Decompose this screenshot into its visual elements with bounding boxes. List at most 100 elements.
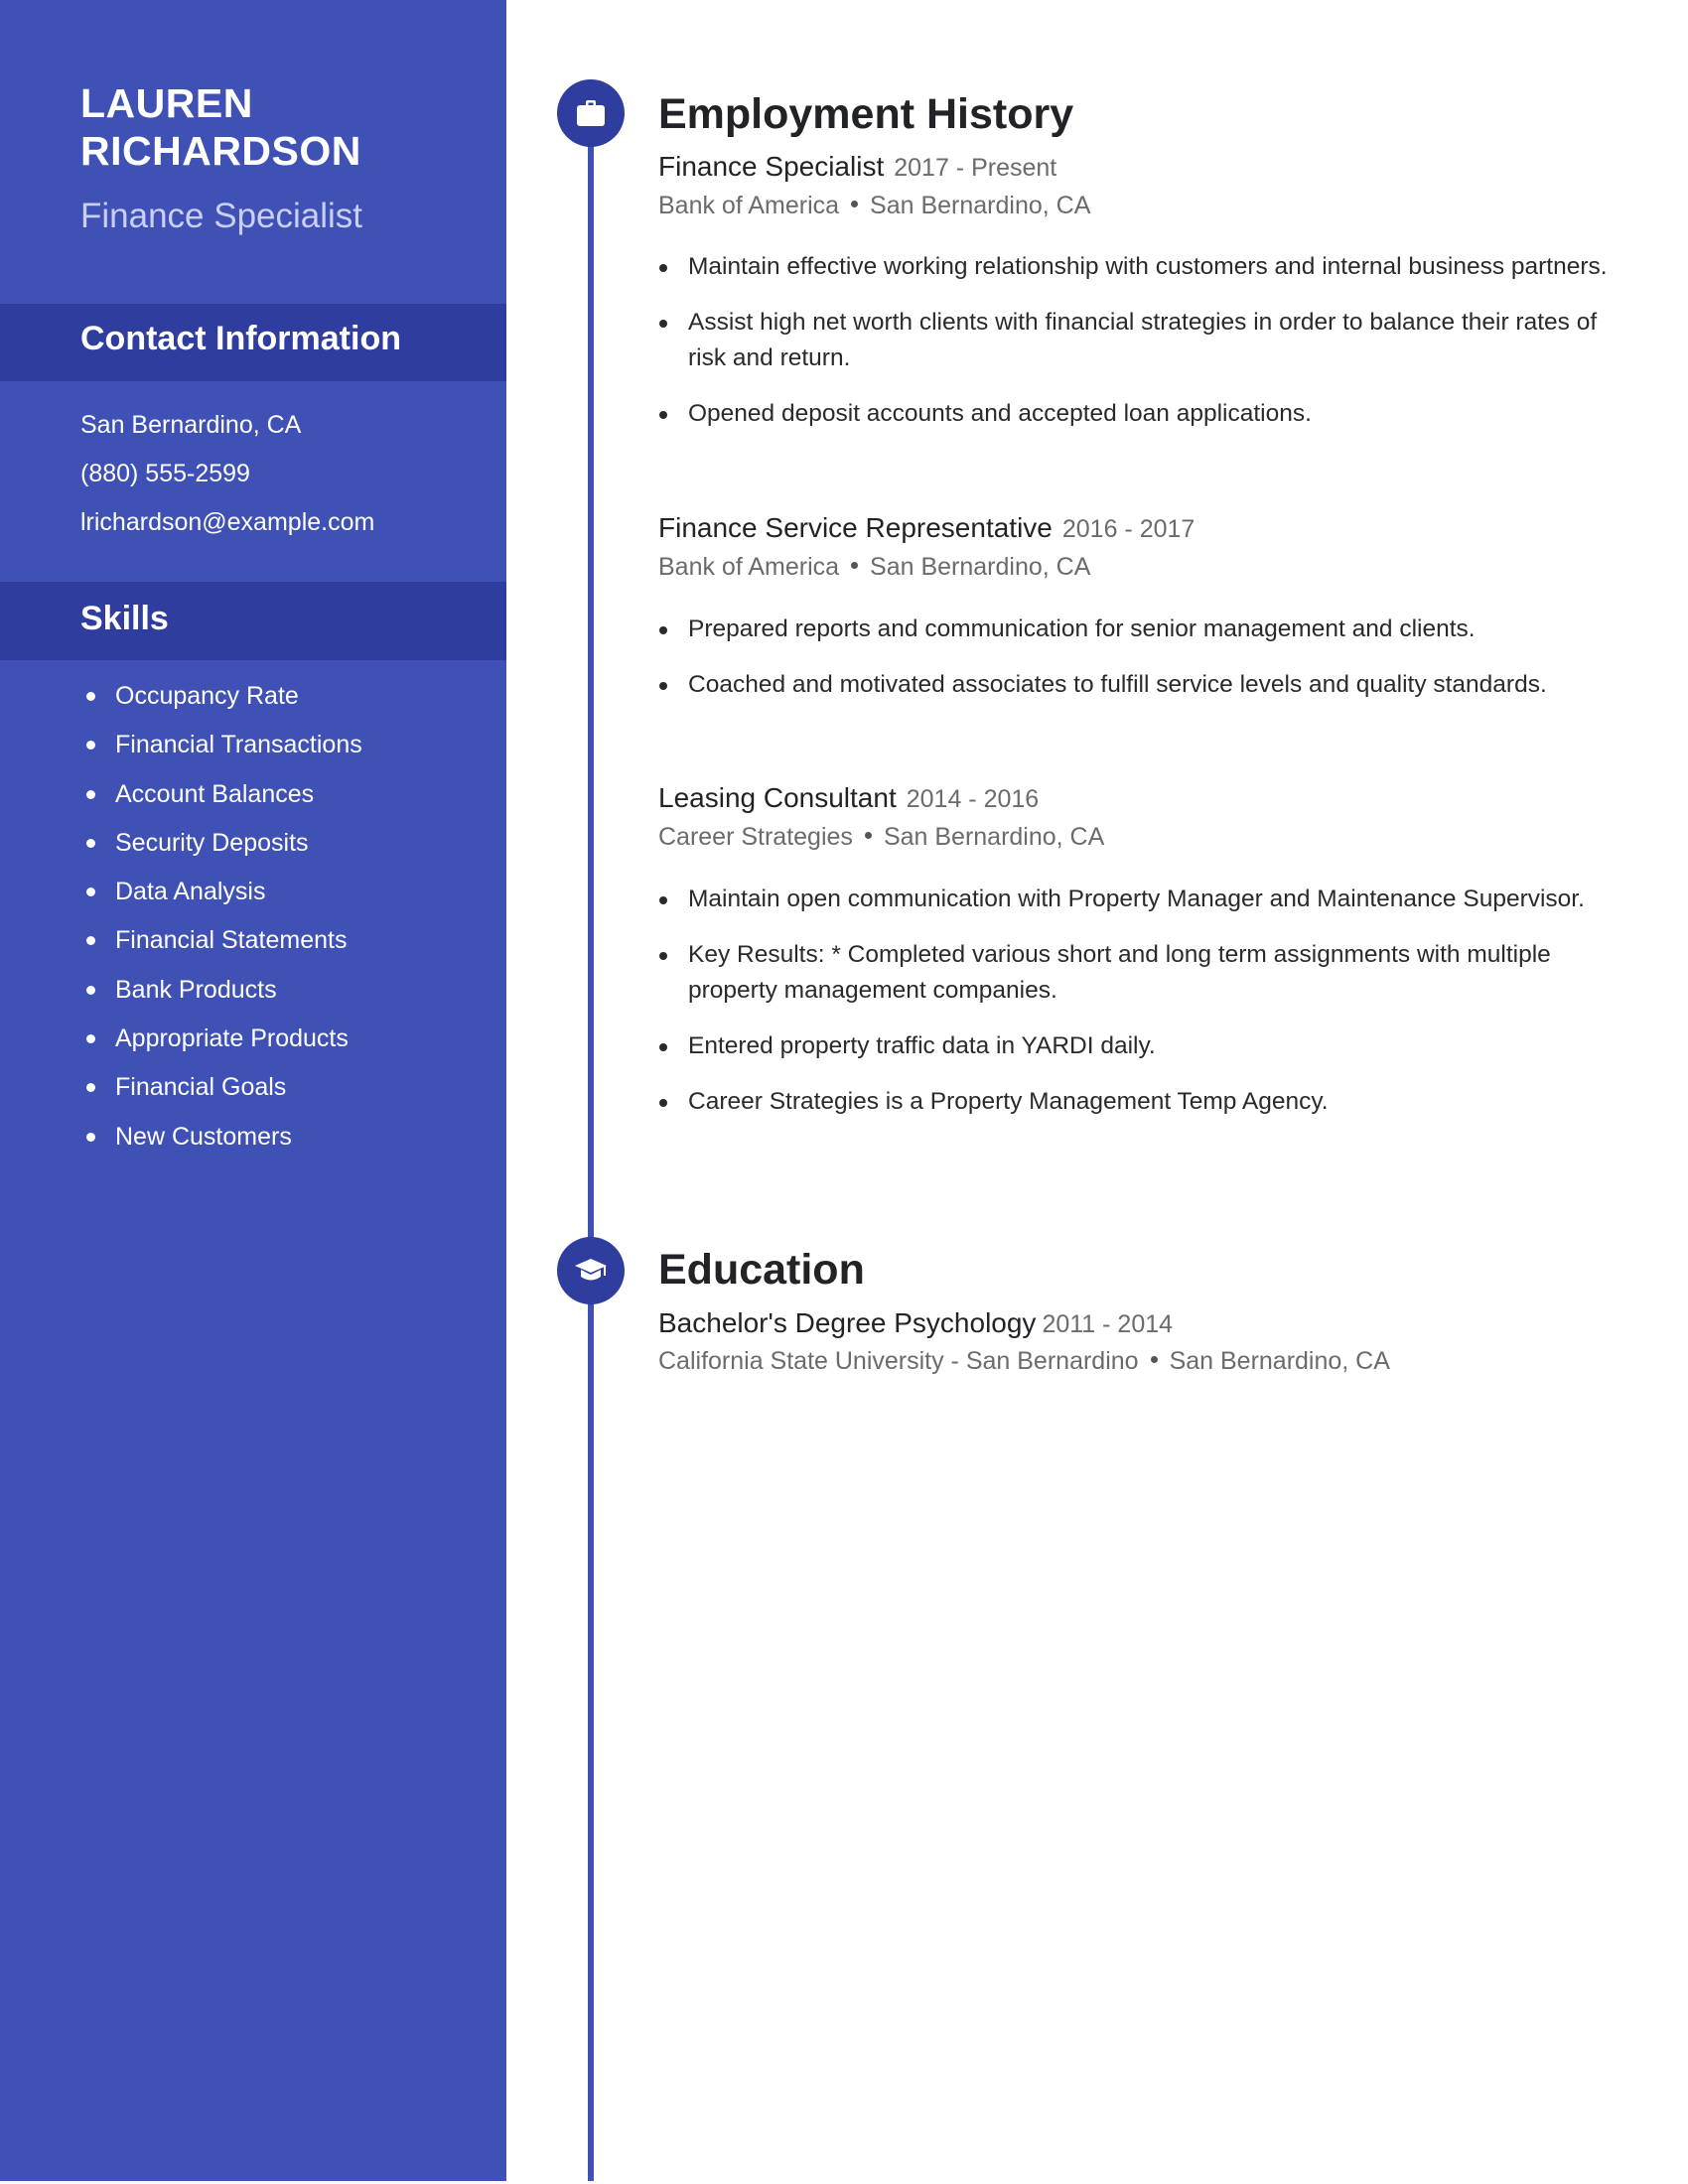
bullet-icon: [659, 952, 667, 960]
bullet-icon: [86, 936, 95, 946]
skill-label: Appropriate Products: [115, 1024, 349, 1053]
skill-item: Security Deposits: [80, 819, 362, 868]
contact-list: San Bernardino, CA (880) 555-2599 lricha…: [80, 401, 374, 547]
contact-heading-band: Contact Information: [0, 304, 506, 381]
contact-email[interactable]: lrichardson@example.com: [80, 498, 374, 547]
sidebar: LAUREN RICHARDSON Finance Specialist Con…: [0, 0, 506, 2181]
skill-item: New Customers: [80, 1113, 362, 1161]
contact-heading: Contact Information: [80, 320, 401, 357]
skill-item: Account Balances: [80, 770, 362, 819]
candidate-title: Finance Specialist: [80, 197, 363, 235]
bullet-icon: [659, 626, 667, 634]
skill-label: Financial Transactions: [115, 731, 362, 759]
bullet-icon: [86, 1034, 95, 1044]
bullet-item: Prepared reports and communication for s…: [658, 612, 1612, 647]
skill-item: Bank Products: [80, 966, 362, 1015]
education-heading: Education: [658, 1246, 865, 1294]
skill-label: Account Balances: [115, 779, 315, 808]
timeline-line: [588, 139, 594, 2181]
job-header: Finance Specialist 2017 - Present: [658, 149, 1056, 190]
job-dates: 2014 - 2016: [906, 785, 1040, 813]
bullet-item: Maintain effective working relationship …: [658, 249, 1612, 285]
briefcase-icon: [577, 100, 605, 126]
last-name: RICHARDSON: [80, 128, 361, 174]
contact-phone: (880) 555-2599: [80, 460, 250, 487]
skill-item: Occupancy Rate: [80, 672, 362, 721]
job-location: San Bernardino, CA: [883, 823, 1105, 851]
bullet-item: Career Strategies is a Property Manageme…: [658, 1084, 1612, 1120]
job-bullets: Prepared reports and communication for s…: [658, 612, 1612, 723]
separator-dot-icon: [851, 201, 859, 208]
skill-item: Appropriate Products: [80, 1015, 362, 1063]
skill-item: Financial Transactions: [80, 721, 362, 769]
job-title: Finance Service Representative: [658, 512, 1053, 543]
job-dates: 2016 - 2017: [1061, 515, 1196, 543]
job-company: Bank of America: [658, 553, 840, 581]
bullet-item: Coached and motivated associates to fulf…: [658, 667, 1612, 703]
job-title: Finance Specialist: [658, 151, 885, 182]
candidate-name: LAUREN RICHARDSON: [80, 79, 361, 175]
skill-label: Security Deposits: [115, 828, 309, 857]
skill-label: Data Analysis: [115, 878, 266, 906]
job-header: Finance Service Representative 2016 - 201…: [658, 510, 1195, 551]
skill-item: Financial Statements: [80, 916, 362, 965]
degree-title: Bachelor's Degree Psychology: [658, 1307, 1037, 1338]
bullet-icon: [86, 1132, 95, 1142]
job-company: Bank of America: [658, 192, 840, 219]
skills-list: Occupancy Rate Financial Transactions Ac…: [80, 672, 362, 1161]
skill-label: New Customers: [115, 1122, 292, 1151]
bullet-icon: [659, 411, 667, 419]
skills-heading-band: Skills: [0, 582, 506, 660]
separator-dot-icon: [851, 562, 859, 570]
bullet-item: Key Results: * Completed various short a…: [658, 937, 1612, 1009]
bullet-icon: [86, 692, 95, 701]
job-company: Career Strategies: [658, 823, 853, 851]
separator-dot-icon: [1150, 1356, 1158, 1364]
bullet-icon: [659, 320, 667, 328]
education-header: Bachelor's Degree Psychology 2011 - 2014: [658, 1305, 1173, 1346]
first-name: LAUREN: [80, 80, 253, 126]
bullet-item: Assist high net worth clients with finan…: [658, 305, 1612, 376]
job-bullets: Maintain open communication with Propert…: [658, 882, 1612, 1140]
job-location: San Bernardino, CA: [870, 553, 1091, 581]
bullet-icon: [659, 1099, 667, 1107]
bullet-icon: [86, 887, 95, 897]
school-location: San Bernardino, CA: [1169, 1347, 1390, 1375]
education-marker: [557, 1237, 625, 1304]
bullet-icon: [86, 741, 95, 751]
graduation-cap-icon: [575, 1259, 607, 1281]
bullet-icon: [86, 1083, 95, 1093]
separator-dot-icon: [864, 832, 872, 840]
bullet-item: Opened deposit accounts and accepted loa…: [658, 396, 1612, 432]
employment-marker: [557, 79, 625, 147]
bullet-icon: [86, 838, 95, 848]
bullet-icon: [659, 264, 667, 272]
skill-item: Data Analysis: [80, 868, 362, 916]
job-meta: Bank of America San Bernardino, CA: [658, 189, 1090, 222]
education-dates: 2011 - 2014: [1042, 1310, 1174, 1338]
bullet-icon: [659, 682, 667, 690]
job-meta: Bank of America San Bernardino, CA: [658, 550, 1090, 584]
job-bullets: Maintain effective working relationship …: [658, 249, 1612, 452]
job-header: Leasing Consultant 2014 - 2016: [658, 780, 1039, 821]
employment-heading: Employment History: [658, 90, 1074, 138]
bullet-icon: [659, 896, 667, 904]
job-meta: Career Strategies San Bernardino, CA: [658, 820, 1104, 854]
bullet-icon: [86, 985, 95, 995]
job-title: Leasing Consultant: [658, 782, 897, 813]
bullet-item: Maintain open communication with Propert…: [658, 882, 1612, 917]
skills-heading: Skills: [80, 600, 169, 637]
job-location: San Bernardino, CA: [870, 192, 1091, 219]
bullet-icon: [86, 789, 95, 799]
skill-item: Financial Goals: [80, 1063, 362, 1112]
skill-label: Financial Statements: [115, 926, 348, 955]
job-dates: 2017 - Present: [894, 154, 1057, 182]
skill-label: Financial Goals: [115, 1073, 287, 1102]
skill-label: Bank Products: [115, 975, 277, 1004]
bullet-icon: [659, 1043, 667, 1051]
school-name: California State University - San Bernar…: [658, 1347, 1139, 1375]
skill-label: Occupancy Rate: [115, 682, 299, 710]
contact-location: San Bernardino, CA: [80, 411, 302, 439]
education-meta: California State University - San Bernar…: [658, 1344, 1390, 1378]
bullet-item: Entered property traffic data in YARDI d…: [658, 1028, 1612, 1064]
